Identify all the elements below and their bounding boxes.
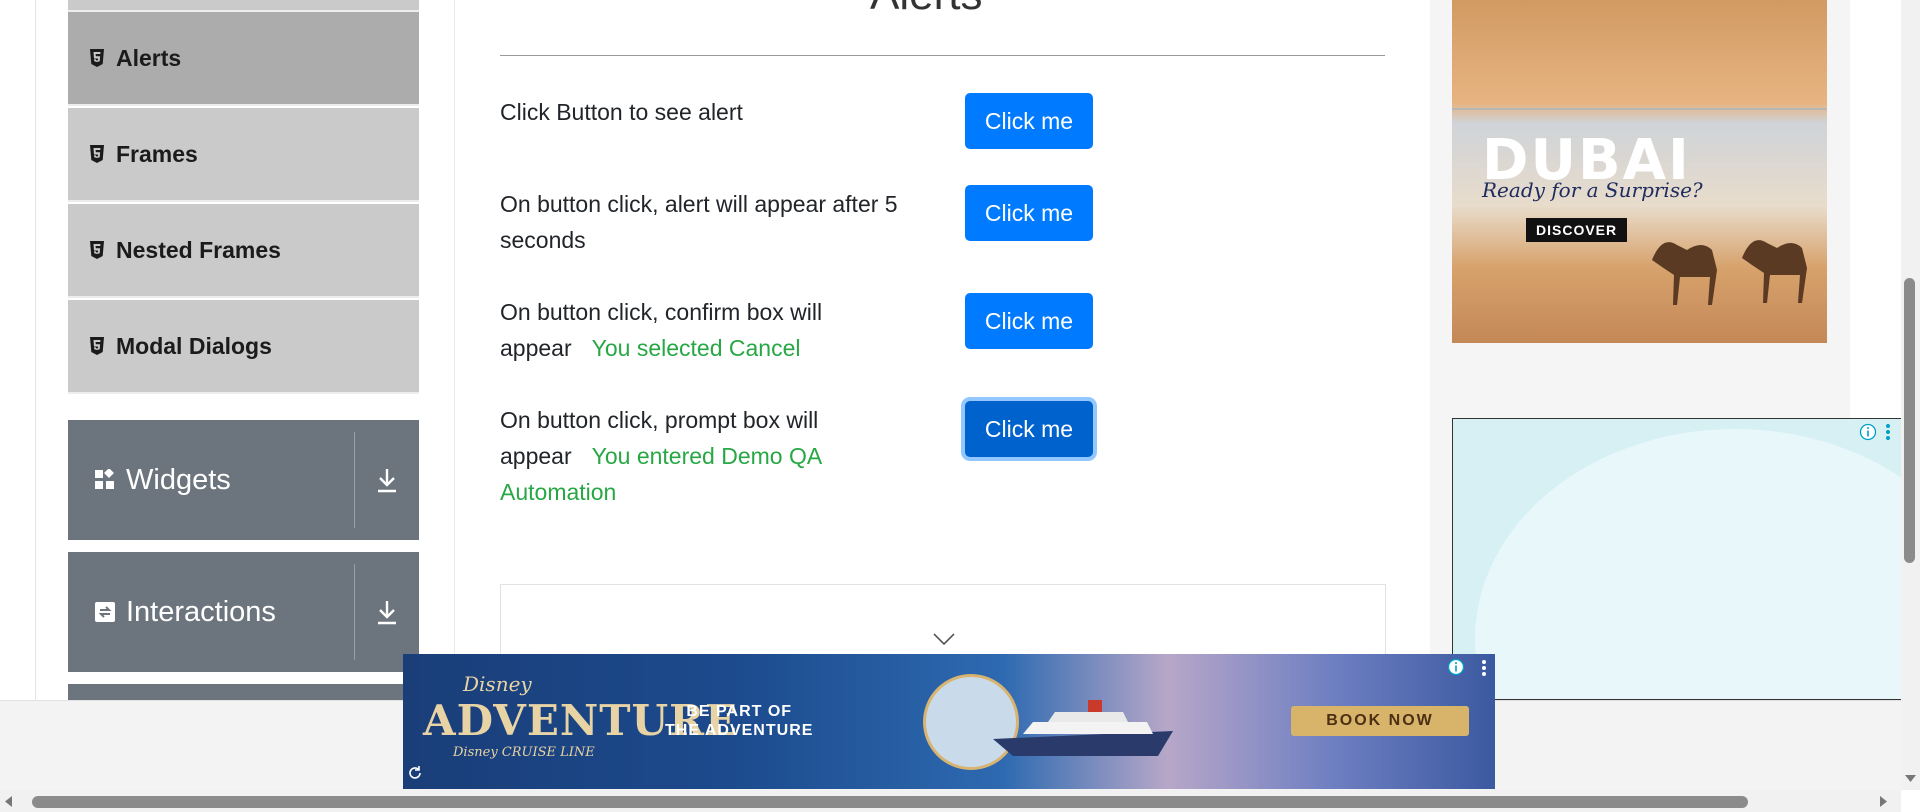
timer-alert-button[interactable]: Click me <box>965 185 1093 241</box>
sidebar-item-frames[interactable]: Frames <box>68 108 419 202</box>
vertical-scrollbar[interactable] <box>1901 0 1920 790</box>
ad-brand-top: Disney <box>463 672 532 696</box>
book-now-button[interactable]: BOOK NOW <box>1291 706 1469 736</box>
sidebar-item-label: Alerts <box>116 44 182 71</box>
scroll-right-arrow-icon[interactable] <box>1880 794 1888 812</box>
horizontal-scrollbar[interactable] <box>0 790 1901 812</box>
confirm-button[interactable]: Click me <box>965 293 1093 349</box>
sidebar-item-nested-frames[interactable]: Nested Frames <box>68 204 419 298</box>
vertical-scrollbar-thumb[interactable] <box>1904 278 1915 563</box>
content-divider <box>454 0 455 700</box>
ad-menu-icon[interactable] <box>1481 658 1487 683</box>
camels-image <box>1652 240 1807 305</box>
prompt-row-text: On button click, prompt box will appear Y… <box>500 402 930 510</box>
html5-icon <box>90 241 104 259</box>
disney-cruise-ad[interactable]: Disney ADVENTURE Disney CRUISE LINE BE P… <box>403 654 1495 789</box>
sidebar-item-alerts[interactable]: Alerts <box>68 12 419 106</box>
alert-row-text: Click Button to see alert <box>500 94 930 130</box>
ad-menu-icon[interactable] <box>1885 422 1891 447</box>
download-icon[interactable] <box>355 599 419 625</box>
html5-icon <box>90 337 104 355</box>
sidebar-group-interactions[interactable]: Interactions <box>68 552 419 672</box>
row-label: Click Button to see alert <box>500 99 743 125</box>
html5-icon <box>90 145 104 163</box>
group-label: Widgets <box>126 463 231 496</box>
ad-message-line2: THE ADVENTURE <box>665 722 814 739</box>
chevron-down-icon[interactable] <box>933 632 955 650</box>
ad-message-line1: BE PART OF <box>686 703 793 720</box>
html5-icon <box>90 49 104 67</box>
prompt-button[interactable]: Click me <box>965 401 1093 457</box>
right-ad-slot[interactable] <box>1452 418 1902 700</box>
confirm-row-text: On button click, confirm box will appear… <box>500 294 930 366</box>
sidebar-item-label: Frames <box>116 140 198 167</box>
page-title: Alerts <box>870 0 982 20</box>
title-divider <box>500 55 1385 56</box>
horizontal-scrollbar-thumb[interactable] <box>32 796 1748 808</box>
left-rail <box>0 0 36 700</box>
group-label: Interactions <box>126 595 276 628</box>
alert-button[interactable]: Click me <box>965 93 1093 149</box>
cruise-ship-image <box>993 700 1173 756</box>
row-label: On button click, alert will appear after… <box>500 191 898 253</box>
scroll-left-arrow-icon[interactable] <box>4 794 12 812</box>
sidebar-item-label: Modal Dialogs <box>116 332 272 359</box>
widgets-icon <box>94 469 116 491</box>
sidebar-item-label: Nested Frames <box>116 236 281 263</box>
ad-tagline: Ready for a Surprise? <box>1482 178 1703 202</box>
confirm-result: You selected Cancel <box>591 335 801 361</box>
ad-separator <box>1452 108 1827 110</box>
ad-info-icon[interactable] <box>1859 423 1877 446</box>
scroll-down-arrow-icon[interactable] <box>1905 770 1916 788</box>
ad-info-icon[interactable] <box>1447 658 1465 681</box>
sidebar-item-previous[interactable] <box>68 0 419 12</box>
sidebar: Alerts Frames Nested Frames Modal Dialog… <box>68 0 419 714</box>
download-icon[interactable] <box>355 467 419 493</box>
sidebar-item-modal-dialogs[interactable]: Modal Dialogs <box>68 300 419 394</box>
dubai-ad[interactable]: DUBAI Ready for a Surprise? DISCOVER <box>1452 0 1827 343</box>
ad-brand-sub: Disney CRUISE LINE <box>453 745 595 760</box>
ad-cta-button[interactable]: DISCOVER <box>1526 218 1628 242</box>
interactions-icon <box>94 601 116 623</box>
ad-background <box>1475 429 1901 699</box>
timer-alert-row-text: On button click, alert will appear after… <box>500 186 930 258</box>
sidebar-group-widgets[interactable]: Widgets <box>68 420 419 540</box>
ad-message: BE PART OF THE ADVENTURE <box>665 702 813 740</box>
refresh-icon[interactable] <box>407 765 423 786</box>
